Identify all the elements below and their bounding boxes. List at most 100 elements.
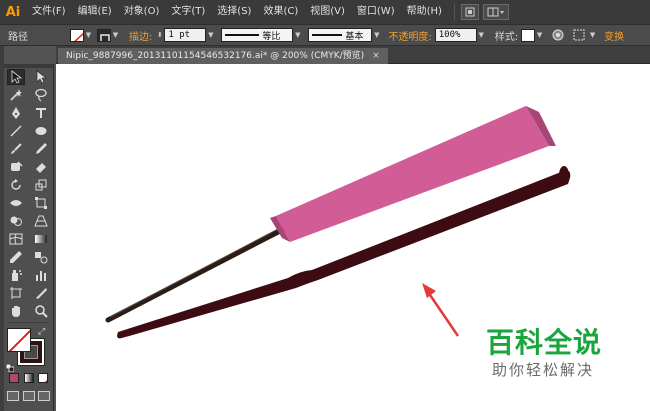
close-icon[interactable]: ×: [372, 48, 380, 64]
thin-stick-shape[interactable]: [105, 227, 285, 323]
opacity-field[interactable]: 100%: [434, 28, 477, 42]
graphic-style-swatch[interactable]: [521, 28, 536, 42]
menu-window[interactable]: 窗口(W): [351, 0, 401, 24]
graph-icon: [35, 271, 46, 281]
none-mode-icon[interactable]: [38, 373, 49, 383]
chevron-down-icon[interactable]: ▼: [477, 29, 486, 42]
line-segment-tool[interactable]: [7, 123, 25, 139]
artboard-icon: [10, 287, 23, 299]
eyedropper-icon: [10, 251, 23, 263]
ellipse-icon: [35, 127, 47, 135]
illustrator-window: Ai 文件(F) 编辑(E) 对象(O) 文字(T) 选择(S) 效果(C) 视…: [0, 0, 650, 411]
eraser-icon: [35, 163, 46, 173]
slice-tool[interactable]: [32, 285, 50, 301]
stroke-label[interactable]: 描边:: [126, 28, 155, 43]
menu-view[interactable]: 视图(V): [304, 0, 351, 24]
symbol-sprayer-tool[interactable]: [7, 267, 25, 283]
no-fill-icon: [74, 32, 83, 41]
rotate-tool[interactable]: [7, 177, 25, 193]
brush-icon: [11, 143, 22, 154]
annotation-arrow-head: [422, 283, 436, 298]
chevron-down-icon[interactable]: ▼: [535, 29, 544, 42]
perspective-grid-tool[interactable]: [32, 213, 50, 229]
lasso-tool[interactable]: [32, 87, 50, 103]
hand-tool[interactable]: [7, 303, 25, 319]
eyedropper-tool[interactable]: [7, 249, 25, 265]
chevron-down-icon[interactable]: ▼: [372, 29, 381, 42]
width-icon: [10, 200, 23, 206]
align-options-button[interactable]: [572, 28, 588, 42]
ellipse-tool[interactable]: [32, 123, 50, 139]
bridge-button[interactable]: [460, 4, 479, 20]
fill-swatch[interactable]: [70, 28, 84, 42]
brush-definition[interactable]: 基本: [308, 28, 373, 42]
menu-file[interactable]: 文件(F): [26, 0, 72, 24]
selection-tool[interactable]: [7, 69, 26, 85]
draw-normal-icon[interactable]: [7, 391, 20, 401]
stroke-weight-field[interactable]: 1 pt: [164, 28, 207, 42]
paintbrush-tool[interactable]: [7, 141, 25, 157]
slice-icon: [35, 288, 47, 299]
swap-icon[interactable]: ⤢: [38, 327, 45, 337]
thin-stick-highlight: [109, 227, 281, 318]
arrange-documents-icon: [487, 7, 504, 17]
brush-line-icon: [312, 34, 343, 36]
mesh-icon: [9, 233, 23, 245]
transform-label[interactable]: 变换: [601, 28, 627, 43]
line-icon: [10, 125, 22, 137]
type-tool[interactable]: [32, 105, 50, 121]
fill-color-box[interactable]: [7, 328, 31, 352]
color-mode-icon[interactable]: [8, 373, 19, 383]
chevron-down-icon[interactable]: ▼: [206, 29, 215, 42]
stroke-swatch[interactable]: [97, 28, 111, 42]
variable-width-profile[interactable]: 等比: [221, 28, 294, 42]
blend-tool[interactable]: [32, 249, 50, 265]
arrange-documents-button[interactable]: [482, 4, 509, 20]
draw-behind-icon[interactable]: [22, 391, 35, 401]
gradient-icon: [34, 235, 47, 243]
artboard-canvas[interactable]: 百科全说 助你轻松解决: [56, 64, 650, 411]
blob-brush-icon: [11, 161, 23, 171]
pencil-icon: [35, 143, 47, 154]
menu-help[interactable]: 帮助(H): [401, 0, 448, 24]
zoom-tool[interactable]: [32, 303, 50, 319]
no-fill-icon: [8, 329, 30, 351]
recolor-button[interactable]: [550, 28, 566, 42]
chevron-down-icon[interactable]: ▼: [293, 29, 302, 42]
stepper-icon[interactable]: ⬍: [155, 29, 164, 42]
bridge-icon: [465, 7, 475, 17]
magic-wand-tool[interactable]: [7, 87, 25, 103]
width-tool[interactable]: [7, 195, 25, 211]
pencil-tool[interactable]: [32, 141, 50, 157]
opacity-label[interactable]: 不透明度:: [385, 28, 434, 43]
eraser-tool[interactable]: [32, 159, 50, 175]
hollow-arrow-icon: [36, 70, 47, 84]
menu-type[interactable]: 文字(T): [165, 0, 211, 24]
column-graph-tool[interactable]: [32, 267, 50, 283]
watermark-main: 百科全说: [486, 326, 603, 359]
dark-stick-end-cap: [559, 166, 569, 184]
menu-edit[interactable]: 编辑(E): [72, 0, 118, 24]
draw-inside-icon[interactable]: [37, 391, 50, 401]
magic-wand-icon: [10, 89, 23, 101]
pen-tool[interactable]: [7, 105, 25, 121]
gradient-mode-icon[interactable]: [23, 373, 34, 383]
shape-builder-tool[interactable]: [7, 213, 25, 229]
menu-effect[interactable]: 效果(C): [257, 0, 304, 24]
gradient-tool[interactable]: [32, 231, 50, 247]
default-colors-icon[interactable]: [5, 357, 15, 373]
blob-brush-tool[interactable]: [7, 159, 25, 175]
artboard-tool[interactable]: [7, 285, 25, 301]
perspective-grid-icon: [34, 215, 48, 227]
mesh-tool[interactable]: [7, 231, 25, 247]
direct-selection-tool[interactable]: [32, 69, 50, 85]
chevron-down-icon[interactable]: ▼: [588, 29, 597, 42]
watermark-sub: 助你轻松解决: [492, 361, 595, 379]
free-transform-tool[interactable]: [32, 195, 50, 211]
chevron-down-icon[interactable]: ▼: [84, 29, 93, 42]
menu-select[interactable]: 选择(S): [211, 0, 257, 24]
scale-tool[interactable]: [32, 177, 50, 193]
document-tab[interactable]: Nipic_9887996_20131101154546532176.ai* @…: [58, 48, 388, 64]
chevron-down-icon[interactable]: ▼: [111, 29, 120, 42]
menu-object[interactable]: 对象(O): [118, 0, 166, 24]
